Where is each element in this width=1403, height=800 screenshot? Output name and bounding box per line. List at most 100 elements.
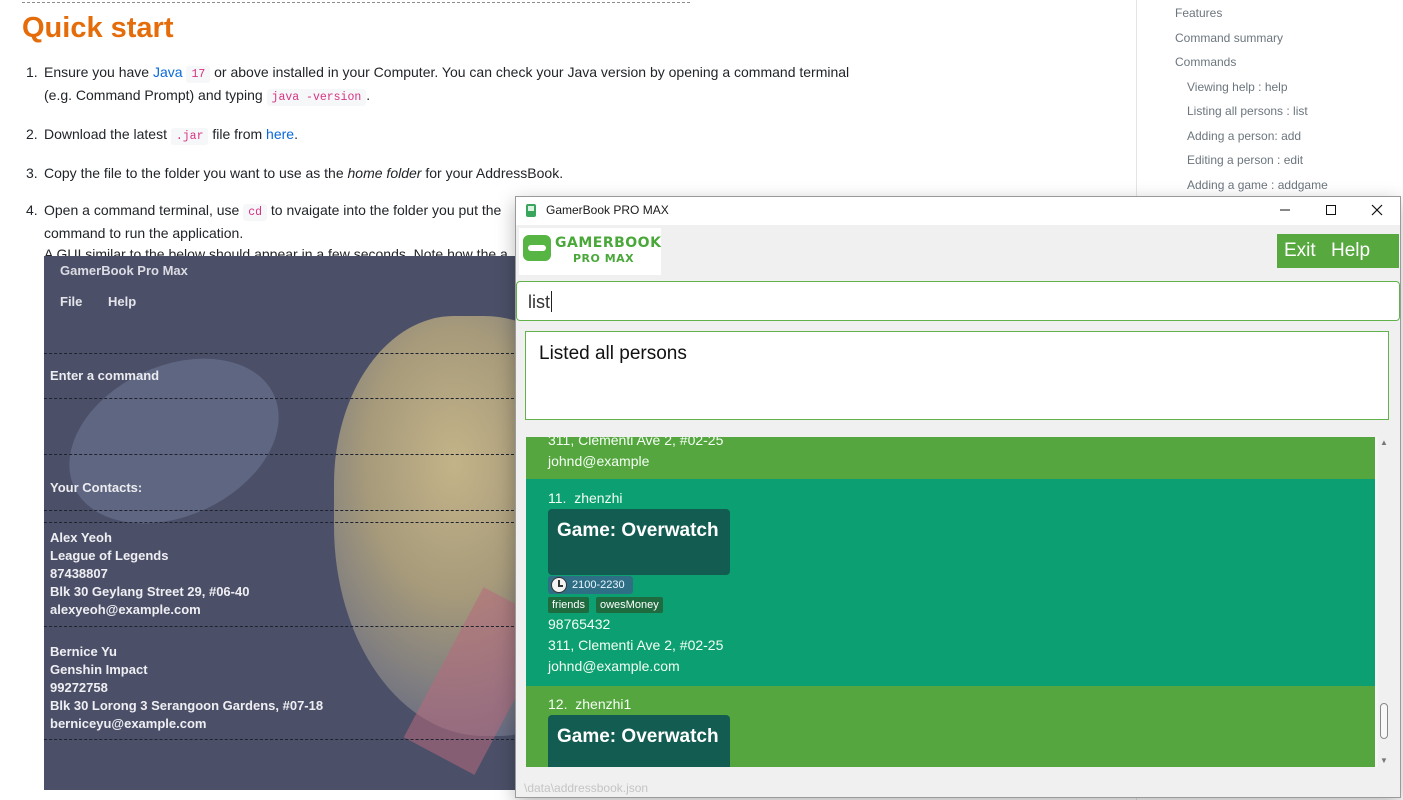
person-index: 12.: [548, 696, 568, 712]
sample-window-title: GamerBook Pro Max: [60, 263, 188, 278]
person-card[interactable]: 311, Clementi Ave 2, #02-25 johnd@exampl…: [526, 437, 1375, 479]
divider: [44, 510, 524, 511]
menu-help[interactable]: Help: [1331, 240, 1370, 262]
gamepad-icon: [523, 235, 551, 261]
divider: [44, 353, 524, 354]
game-name: Game: Overwatch: [557, 520, 719, 541]
person-email: johnd@example.com: [548, 658, 680, 674]
window-title: GamerBook PRO MAX: [546, 203, 669, 217]
step-text: Copy the file to the folder you want to …: [44, 165, 348, 181]
menu-exit[interactable]: Exit: [1284, 240, 1316, 262]
contact-game: League of Legends: [50, 548, 169, 563]
inline-code: java -version: [266, 89, 367, 106]
step-text: (e.g. Command Prompt) and typing: [44, 87, 267, 103]
contact-phone: 87438807: [50, 566, 108, 581]
divider: [44, 398, 524, 399]
divider: [44, 626, 524, 627]
contact-name: Alex Yeoh: [50, 530, 112, 545]
step-text: or above installed in your Computer. You…: [210, 64, 850, 80]
divider: [44, 522, 524, 523]
contact-address: Blk 30 Geylang Street 29, #06-40: [50, 584, 250, 599]
result-display: Listed all persons: [525, 331, 1389, 420]
contact-email: berniceyu@example.com: [50, 716, 207, 731]
horizontal-rule: [22, 2, 690, 3]
sample-contact-card: Alex Yeoh League of Legends 87438807 Blk…: [50, 529, 249, 619]
contact-address: Blk 30 Lorong 3 Serangoon Gardens, #07-1…: [50, 698, 324, 713]
person-index: 11.: [548, 490, 567, 506]
clock-icon: [551, 577, 567, 593]
step-text: .: [294, 126, 298, 142]
game-badge: Game: Overwatch: [548, 509, 730, 575]
step-number: 1.: [26, 64, 38, 80]
tag-friends: friends: [548, 597, 590, 613]
gamerbook-window: GamerBook PRO MAX GAMERBOOK PRO MAX Exit…: [515, 196, 1401, 798]
sample-gui-image: GamerBook Pro Max File Help Enter a comm…: [44, 256, 524, 790]
toc-item-add[interactable]: Adding a person: add: [1187, 129, 1301, 143]
toc-item-addgame[interactable]: Adding a game : addgame: [1187, 178, 1328, 192]
minimize-icon: [1280, 209, 1290, 211]
time-slot-text: 2100-2230: [572, 579, 625, 591]
scroll-up-icon[interactable]: ▲: [1380, 439, 1388, 447]
menu-bar: Exit Help: [1277, 234, 1399, 268]
contact-email: alexyeoh@example.com: [50, 602, 201, 617]
toc-item-features[interactable]: Features: [1175, 6, 1222, 20]
inline-code: 17: [186, 66, 211, 83]
contact-name: Bernice Yu: [50, 644, 117, 659]
step-number: 3.: [26, 165, 38, 181]
person-email: johnd@example: [548, 453, 650, 469]
step-text: file from: [208, 126, 267, 142]
logo-text: GAMERBOOK: [555, 235, 662, 251]
command-input[interactable]: list: [516, 281, 1400, 321]
step-text: Download the latest: [44, 126, 171, 142]
person-card[interactable]: 11. zhenzhi Game: Overwatch 2100-2230 fr…: [526, 479, 1375, 686]
toc-item-list[interactable]: Listing all persons : list: [1187, 104, 1308, 118]
person-card[interactable]: 12. zhenzhi1 Game: Overwatch: [526, 686, 1375, 767]
toc-item-edit[interactable]: Editing a person : edit: [1187, 153, 1303, 167]
person-name: 12. zhenzhi1: [548, 696, 631, 712]
step-3: 3. Copy the file to the folder you want …: [26, 163, 886, 184]
app-logo: GAMERBOOK PRO MAX: [519, 228, 661, 275]
status-bar-path: \data\addressbook.json: [524, 781, 649, 795]
java-link[interactable]: Java: [153, 64, 183, 80]
person-list[interactable]: 311, Clementi Ave 2, #02-25 johnd@exampl…: [526, 437, 1390, 767]
divider: [44, 454, 524, 455]
maximize-button[interactable]: [1308, 197, 1354, 225]
list-scrollbar[interactable]: ▲ ▼: [1378, 437, 1390, 767]
app-icon: [526, 204, 536, 217]
divider: [44, 739, 524, 740]
contact-phone: 99272758: [50, 680, 108, 695]
title-bar[interactable]: GamerBook PRO MAX: [516, 197, 1400, 225]
sample-contacts-label: Your Contacts:: [50, 480, 143, 495]
contact-game: Genshin Impact: [50, 662, 148, 677]
download-link[interactable]: here: [266, 126, 294, 142]
close-icon: [1371, 204, 1383, 216]
inline-code: cd: [243, 204, 268, 221]
step-text: to nvaigate into the folder you put the: [267, 202, 502, 218]
game-name: Game: Overwatch: [557, 726, 719, 747]
step-number: 4.: [26, 202, 38, 218]
time-slot-badge: 2100-2230: [548, 576, 633, 594]
toc-item-commands[interactable]: Commands: [1175, 55, 1236, 69]
tag-owes-money: owesMoney: [596, 597, 663, 613]
result-message: Listed all persons: [539, 343, 687, 364]
person-address: 311, Clementi Ave 2, #02-25: [548, 637, 724, 653]
step-number: 2.: [26, 126, 38, 142]
person-name: 11. zhenzhi: [548, 490, 622, 506]
game-badge: Game: Overwatch: [548, 715, 730, 767]
maximize-icon: [1326, 205, 1336, 215]
person-name-text: zhenzhi1: [575, 696, 632, 712]
toc-item-command-summary[interactable]: Command summary: [1175, 31, 1283, 45]
step-text: Open a command terminal, use: [44, 202, 244, 218]
step-text: Ensure you have: [44, 64, 153, 80]
sample-menu-help: Help: [108, 294, 137, 309]
scroll-down-icon[interactable]: ▼: [1380, 757, 1388, 765]
minimize-button[interactable]: [1262, 197, 1308, 225]
scrollbar-thumb[interactable]: [1380, 703, 1388, 739]
command-text: list: [528, 292, 550, 312]
close-button[interactable]: [1354, 197, 1400, 225]
emphasis-text: home folder: [347, 165, 422, 181]
step-text: command to run the application.: [44, 225, 244, 241]
step-2: 2. Download the latest .jar file from he…: [26, 124, 886, 147]
toc-item-help[interactable]: Viewing help : help: [1187, 80, 1288, 94]
command-input-value: list: [528, 291, 552, 313]
